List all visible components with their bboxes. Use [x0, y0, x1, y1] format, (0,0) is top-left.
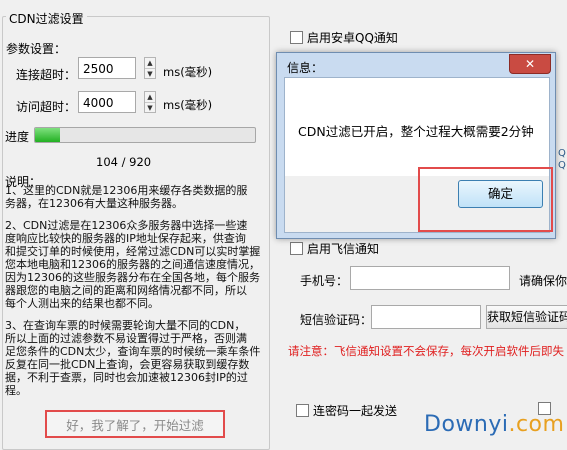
connect-timeout-input[interactable]: 2500 — [78, 57, 136, 79]
description-line: 和提交订单的时候使用，经常过滤CDN可以实时掌握 — [5, 245, 261, 258]
description-line: 度响应比较快的服务器的IP地址保存起来，供查询 — [5, 232, 246, 245]
connect-timeout-stepper[interactable]: ▲ ▼ — [144, 57, 156, 79]
description-line: 3、在查询车票的时候需要轮询大量不同的CDN， — [5, 319, 246, 332]
feixin-label: 启用飞信通知 — [307, 242, 380, 256]
description-line: 您本地电脑和12306的服务器的之间通信速度情况， — [5, 258, 260, 271]
spin-up-icon[interactable]: ▲ — [145, 58, 155, 69]
description-line: 程。 — [5, 384, 27, 397]
spin-down-icon[interactable]: ▼ — [145, 103, 155, 113]
close-icon[interactable]: ✕ — [509, 54, 551, 74]
connect-timeout-unit: ms(毫秒) — [163, 65, 213, 79]
ok-button[interactable]: 确定 — [458, 180, 543, 208]
android-qq-label: 启用安卓QQ通知 — [307, 31, 398, 45]
access-timeout-input[interactable]: 4000 — [78, 91, 136, 113]
checkbox-icon[interactable] — [296, 404, 309, 417]
description-line: 务器，在12306有大量这种服务器。 — [5, 197, 183, 210]
description-line: 所以上面的过滤参数不易设置得过于严格，否则满 — [5, 332, 247, 345]
checkbox-icon[interactable] — [290, 242, 303, 255]
edge-q-letter: Q — [558, 148, 566, 159]
description-line: 足您条件的CDN太少，查询车票的时候统一乘车条件 — [5, 345, 261, 358]
send-with-password-checkbox[interactable]: 连密码一起发送 — [296, 402, 397, 419]
sms-code-input[interactable] — [371, 305, 481, 329]
description-line: 1、这里的CDN就是12306用来缓存各类数据的服 — [5, 184, 248, 197]
start-filter-button[interactable]: 好，我了解了，开始过滤 — [45, 410, 225, 438]
cdn-settings-panel: CDN过滤设置 参数设置： 连接超时： 2500 ▲ ▼ ms(毫秒) 访问超时… — [0, 0, 270, 450]
dialog-message: CDN过滤已开启，整个过程大概需要2分钟 — [298, 124, 534, 139]
phone-hint: 请确保你 — [519, 274, 567, 288]
checkbox-icon[interactable] — [290, 31, 303, 44]
access-timeout-stepper[interactable]: ▲ ▼ — [144, 91, 156, 113]
group-title: CDN过滤设置 — [6, 10, 87, 27]
access-timeout-label: 访问超时： — [16, 100, 77, 114]
progress-text: 104 / 920 — [96, 155, 152, 169]
warning-text: 请注意：飞信通知设置不会保存，每次开启软件后即失 — [288, 344, 564, 358]
connect-timeout-label: 连接超时： — [16, 68, 77, 82]
watermark-main: Downyi — [424, 412, 509, 437]
get-sms-code-button[interactable]: 获取短信验证码 — [486, 305, 567, 329]
access-timeout-unit: ms(毫秒) — [163, 98, 213, 112]
description-line: 器跟您的电脑之间的距离和网络情况都不同，所以 — [5, 284, 247, 297]
watermark-suffix: .com — [508, 412, 565, 437]
send-with-password-label: 连密码一起发送 — [313, 404, 398, 418]
description-line: 反复在同一批CDN上查询，会更容易获取到缓存数 — [5, 358, 250, 371]
progress-bar — [34, 127, 256, 143]
progress-label: 进度 — [5, 130, 30, 144]
progress-fill — [35, 128, 60, 142]
spin-down-icon[interactable]: ▼ — [145, 69, 155, 79]
description-line: 据，不利于查票，同时也会加速被12306封IP的过 — [5, 371, 248, 384]
description-line: 因为12306的这些服务器分布在全国各地，每个服务 — [5, 271, 260, 284]
spin-up-icon[interactable]: ▲ — [145, 92, 155, 103]
params-label: 参数设置： — [6, 42, 67, 56]
feixin-checkbox[interactable]: 启用飞信通知 — [290, 240, 379, 257]
watermark-logo: Downyi.com — [424, 412, 564, 437]
description-text: 1、这里的CDN就是12306用来缓存各类数据的服 务器，在12306有大量这种服… — [5, 184, 267, 397]
description-line — [5, 310, 267, 319]
phone-label: 手机号： — [300, 274, 349, 288]
description-line: 2、CDN过滤是在12306众多服务器中选择一些速 — [5, 219, 248, 232]
phone-input[interactable] — [350, 266, 510, 290]
edge-q-letter-2: Q — [558, 160, 566, 171]
dialog-title: 信息： — [287, 61, 324, 75]
android-qq-checkbox[interactable]: 启用安卓QQ通知 — [290, 29, 398, 46]
description-line — [5, 210, 267, 219]
description-line: 每个人测出来的结果也都不同。 — [5, 297, 159, 310]
sms-label: 短信验证码： — [300, 313, 373, 327]
